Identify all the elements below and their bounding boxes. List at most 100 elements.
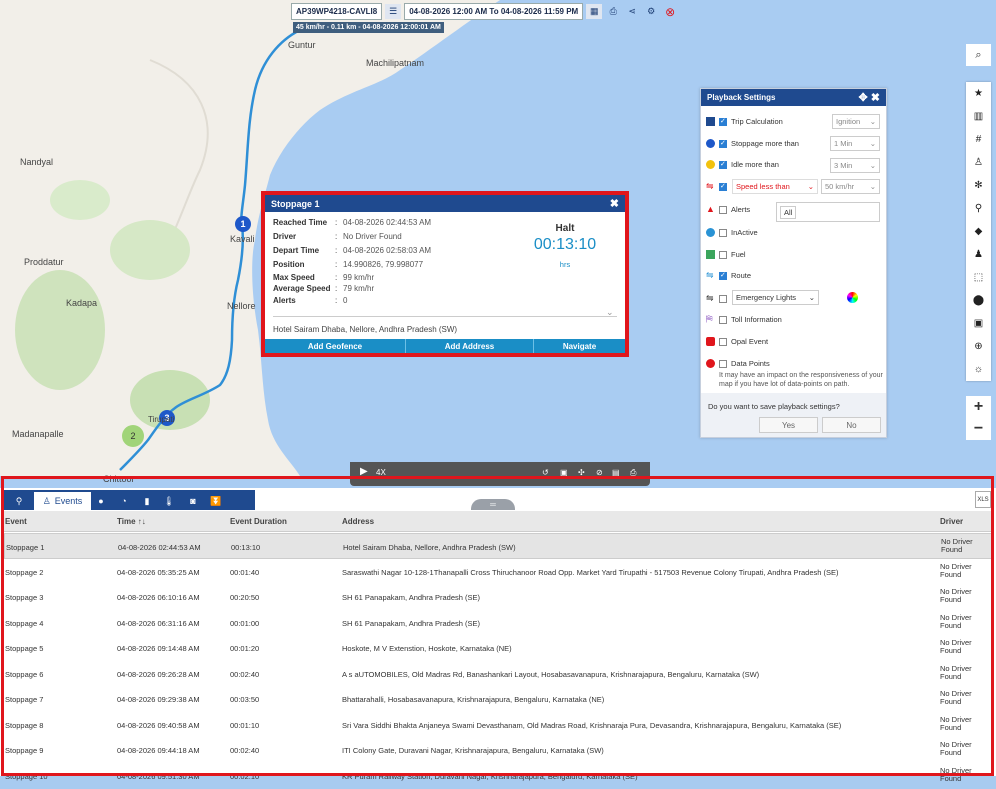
- speedometer-tab[interactable]: ◔: [114, 492, 134, 510]
- print-icon[interactable]: ⎙: [605, 4, 621, 19]
- rewind-icon[interactable]: ↺: [542, 468, 549, 477]
- fuel-tab[interactable]: ▮: [138, 492, 156, 510]
- no-button[interactable]: No: [822, 417, 881, 433]
- idle-checkbox[interactable]: [719, 160, 727, 169]
- toll-checkbox[interactable]: [719, 315, 727, 324]
- close-icon[interactable]: ⊗: [662, 4, 678, 19]
- building-icon[interactable]: ▣: [966, 312, 991, 335]
- table-row[interactable]: Stoppage 9 04-08-2026 09:44:18 AM 00:02:40…: [4, 737, 992, 763]
- chevron-down-icon[interactable]: ⌄: [606, 307, 614, 318]
- events-table-header: Event Time ↑↓ Event Duration Address Dri…: [4, 511, 992, 532]
- stoppage-select[interactable]: 1 Min ⌄: [830, 136, 880, 151]
- map-label: Kadapa: [66, 298, 98, 308]
- person-pin-icon[interactable]: ♙: [966, 151, 991, 174]
- speed-select[interactable]: 50 km/hr ⌄: [821, 179, 880, 194]
- trip-calculation-select[interactable]: Ignition ⌄: [832, 114, 880, 129]
- inactive-checkbox[interactable]: [719, 228, 727, 237]
- field-value: 79 km/hr: [343, 284, 375, 293]
- header-event[interactable]: Event: [5, 517, 27, 526]
- table-row[interactable]: Stoppage 7 04-08-2026 09:29:38 AM 00:03:50…: [4, 686, 992, 712]
- table-row[interactable]: Stoppage 1 04-08-2026 02:44:53 AM 00:13:10…: [4, 533, 992, 559]
- table-row[interactable]: Stoppage 3 04-08-2026 06:10:16 AM 00:20:50…: [4, 584, 992, 610]
- add-address-button[interactable]: Add Address: [406, 339, 534, 353]
- calendar-icon[interactable]: ▦: [586, 4, 603, 19]
- vehicle-select[interactable]: AP39WP4218-CAVLI8: [291, 3, 383, 20]
- cell-event: Stoppage 7: [5, 695, 44, 704]
- idle-select[interactable]: 3 Min ⌄: [830, 158, 880, 173]
- fuel-checkbox[interactable]: [719, 250, 727, 259]
- color-wheel-icon[interactable]: [847, 292, 858, 303]
- emergency-lights-select[interactable]: Emergency Lights ⌄: [732, 290, 819, 305]
- table-row[interactable]: Stoppage 2 04-08-2026 05:35:25 AM 00:01:40…: [4, 559, 992, 585]
- add-geofence-button[interactable]: Add Geofence: [265, 339, 406, 353]
- route-pins-icon[interactable]: ⚲: [966, 197, 991, 220]
- expand-down-icon[interactable]: ⏬: [207, 492, 225, 510]
- drag-handle[interactable]: ═: [471, 499, 515, 510]
- temperature-tab[interactable]: 🌡: [160, 492, 178, 510]
- header-time[interactable]: Time ↑↓: [117, 517, 146, 526]
- field-label: Max Speed: [273, 273, 315, 282]
- list-icon[interactable]: ☰: [385, 4, 402, 19]
- play-icon[interactable]: ▶: [360, 466, 368, 477]
- table-row[interactable]: Stoppage 8 04-08-2026 09:40:58 AM 00:01:10…: [4, 712, 992, 738]
- inactive-label: InActive: [731, 228, 758, 237]
- close-icon[interactable]: ✖: [610, 197, 619, 210]
- user-location-icon[interactable]: ♟: [966, 243, 991, 266]
- gear-icon[interactable]: ⚙: [643, 4, 659, 19]
- inactive-dot-icon: [706, 228, 715, 237]
- map-icon[interactable]: ▥: [966, 105, 991, 128]
- table-row[interactable]: Stoppage 5 04-08-2026 09:14:48 AM 00:01:20…: [4, 635, 992, 661]
- document-icon[interactable]: ▤: [612, 468, 620, 477]
- cell-event: Stoppage 2: [5, 567, 44, 577]
- tag-icon[interactable]: ◆: [966, 220, 991, 243]
- speed-checkbox[interactable]: [719, 182, 727, 191]
- trip-calculation-checkbox[interactable]: [719, 117, 727, 126]
- camera-tab[interactable]: ◙: [184, 492, 202, 510]
- field-value: 14.990826, 79.998077: [343, 260, 424, 269]
- print-icon[interactable]: ⎙: [630, 468, 636, 478]
- yes-button[interactable]: Yes: [759, 417, 818, 433]
- alerts-checkbox[interactable]: [719, 205, 727, 214]
- header-duration[interactable]: Event Duration: [230, 517, 287, 526]
- header-address[interactable]: Address: [342, 517, 374, 526]
- close-icon[interactable]: ✖: [871, 92, 880, 104]
- zoom-in-button[interactable]: +: [966, 396, 991, 418]
- crosshair-icon[interactable]: ⊕: [966, 335, 991, 358]
- cell-address: Bhattarahalli, Hosabasavanapura, Krishna…: [342, 695, 605, 704]
- data-points-checkbox[interactable]: [719, 359, 727, 368]
- cell-driver: No Driver Found: [940, 689, 972, 706]
- settings-sun-icon[interactable]: ☼: [966, 358, 991, 381]
- move-icon[interactable]: ✥: [859, 92, 868, 104]
- alerts-select[interactable]: All: [776, 202, 880, 222]
- cell-duration: 00:02:40: [230, 746, 260, 755]
- search-icon[interactable]: ⌕: [966, 44, 991, 66]
- star-icon[interactable]: ★: [966, 82, 991, 105]
- no-entry-icon[interactable]: ⊘: [596, 468, 603, 477]
- expand-icon[interactable]: ✣: [578, 468, 585, 477]
- trip-calculation-label: Trip Calculation: [731, 117, 783, 126]
- location-pin-icon[interactable]: ⬤: [966, 289, 991, 312]
- fan-icon[interactable]: ✻: [966, 174, 991, 197]
- route-checkbox[interactable]: [719, 271, 727, 280]
- zoom-out-button[interactable]: −: [966, 418, 991, 440]
- location-tab[interactable]: ⚲: [8, 492, 30, 510]
- tab-events[interactable]: ♙ Events: [34, 492, 91, 510]
- date-range-field[interactable]: 04-08-2026 12:00 AM To 04-08-2026 11:59 …: [404, 3, 584, 20]
- save-icon[interactable]: ▣: [560, 468, 568, 477]
- table-row[interactable]: Stoppage 4 04-08-2026 06:31:16 AM 00:01:00…: [4, 610, 992, 636]
- stoppage-checkbox[interactable]: [719, 139, 727, 148]
- navigate-button[interactable]: Navigate: [534, 339, 625, 353]
- cell-duration: 00:02:10: [230, 771, 260, 781]
- speed-type-select[interactable]: Speed less than ⌄: [732, 179, 818, 194]
- measure-icon[interactable]: ⬚: [966, 266, 991, 289]
- emergency-checkbox[interactable]: [719, 294, 727, 303]
- speed-label[interactable]: 4X: [376, 468, 386, 477]
- grid-icon[interactable]: #: [966, 128, 991, 151]
- table-row[interactable]: Stoppage 6 04-08-2026 09:26:28 AM 00:02:40…: [4, 661, 992, 687]
- share-icon[interactable]: ⋖: [624, 4, 640, 19]
- header-driver[interactable]: Driver: [940, 517, 963, 526]
- calculator-icon: [706, 117, 715, 126]
- circle-tab[interactable]: ●: [92, 492, 110, 510]
- export-excel-icon[interactable]: XLS: [975, 491, 991, 508]
- opal-checkbox[interactable]: [719, 337, 727, 346]
